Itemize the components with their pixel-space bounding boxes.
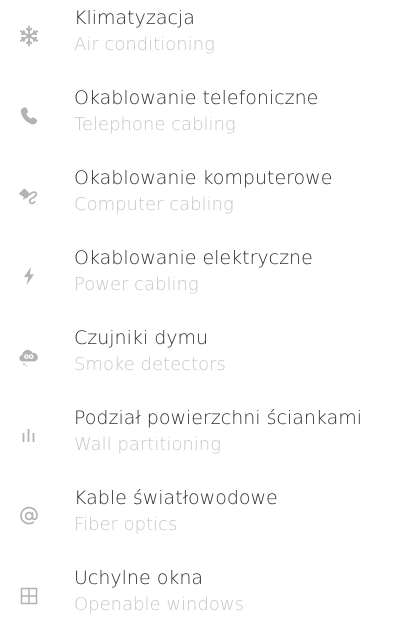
feature-text: Klimatyzacja Air conditioning: [74, 4, 409, 58]
feature-text: Okablowanie komputerowe Computer cabling: [74, 164, 409, 218]
feature-subtitle: Fiber optics: [74, 514, 178, 535]
feature-title: Okablowanie komputerowe: [74, 167, 333, 189]
snowflake-icon: [15, 22, 43, 50]
feature-subtitle: Telephone cabling: [74, 114, 236, 135]
feature-subtitle: Computer cabling: [74, 194, 234, 215]
feature-item-openable-windows: Uchylne okna Openable windows: [0, 564, 409, 644]
feature-text: Kable światłowodowe Fiber optics: [74, 484, 409, 538]
feature-title: Uchylne okna: [74, 567, 204, 589]
window-icon: [15, 582, 43, 610]
phone-icon: [15, 102, 43, 130]
feature-item-wall-partitioning: Podział powierzchni ściankami Wall parti…: [0, 404, 409, 484]
feature-text: Podział powierzchni ściankami Wall parti…: [74, 404, 409, 458]
feature-text: Okablowanie elektryczne Power cabling: [74, 244, 409, 298]
feature-title: Klimatyzacja: [74, 7, 195, 29]
feature-text: Okablowanie telefoniczne Telephone cabli…: [74, 84, 409, 138]
feature-title: Kable światłowodowe: [74, 487, 278, 509]
smoke-detector-icon: [15, 342, 43, 370]
feature-subtitle: Wall partitioning: [74, 434, 222, 455]
feature-title: Czujniki dymu: [74, 327, 209, 349]
feature-subtitle: Smoke detectors: [74, 354, 226, 375]
feature-item-power-cabling: Okablowanie elektryczne Power cabling: [0, 244, 409, 324]
feature-item-computer-cabling: Okablowanie komputerowe Computer cabling: [0, 164, 409, 244]
feature-subtitle: Openable windows: [74, 594, 244, 615]
lightning-icon: [15, 262, 43, 290]
computer-cable-icon: [15, 182, 43, 210]
feature-title: Okablowanie elektryczne: [74, 247, 313, 269]
feature-text: Uchylne okna Openable windows: [74, 564, 409, 618]
feature-subtitle: Power cabling: [74, 274, 199, 295]
feature-text: Czujniki dymu Smoke detectors: [74, 324, 409, 378]
feature-list: Klimatyzacja Air conditioning Okablowani…: [0, 0, 409, 643]
feature-subtitle: Air conditioning: [74, 34, 215, 55]
partition-icon: [15, 422, 43, 450]
at-sign-icon: [15, 502, 43, 530]
feature-title: Okablowanie telefoniczne: [74, 87, 319, 109]
feature-item-telephone-cabling: Okablowanie telefoniczne Telephone cabli…: [0, 84, 409, 164]
feature-item-air-conditioning: Klimatyzacja Air conditioning: [0, 4, 409, 84]
feature-item-fiber-optics: Kable światłowodowe Fiber optics: [0, 484, 409, 564]
feature-item-smoke-detectors: Czujniki dymu Smoke detectors: [0, 324, 409, 404]
feature-title: Podział powierzchni ściankami: [74, 407, 363, 429]
